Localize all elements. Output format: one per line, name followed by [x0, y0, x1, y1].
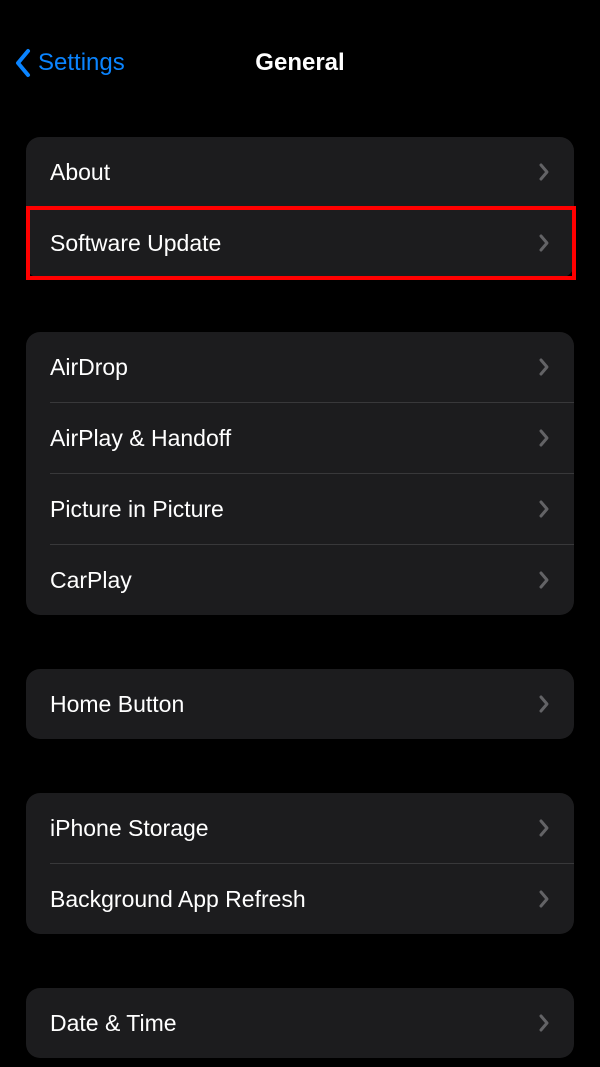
chevron-right-icon	[538, 233, 550, 253]
chevron-right-icon	[538, 1013, 550, 1033]
row-label: Date & Time	[50, 1010, 177, 1037]
settings-group: Date & Time	[26, 988, 574, 1058]
chevron-right-icon	[538, 499, 550, 519]
row-label: AirDrop	[50, 354, 128, 381]
row-label: iPhone Storage	[50, 815, 209, 842]
row-carplay[interactable]: CarPlay	[26, 545, 574, 615]
settings-group: iPhone Storage Background App Refresh	[26, 793, 574, 934]
back-label: Settings	[38, 49, 125, 77]
chevron-right-icon	[538, 889, 550, 909]
row-label: Software Update	[50, 230, 221, 257]
row-label: Home Button	[50, 691, 184, 718]
chevron-right-icon	[538, 162, 550, 182]
row-software-update[interactable]: Software Update	[26, 208, 574, 278]
chevron-left-icon	[14, 48, 32, 78]
back-button[interactable]: Settings	[8, 48, 125, 78]
row-background-app-refresh[interactable]: Background App Refresh	[26, 864, 574, 934]
chevron-right-icon	[538, 428, 550, 448]
row-iphone-storage[interactable]: iPhone Storage	[26, 793, 574, 863]
chevron-right-icon	[538, 818, 550, 838]
row-label: AirPlay & Handoff	[50, 425, 231, 452]
row-date-time[interactable]: Date & Time	[26, 988, 574, 1058]
row-airdrop[interactable]: AirDrop	[26, 332, 574, 402]
row-label: Background App Refresh	[50, 886, 306, 913]
row-label: CarPlay	[50, 567, 132, 594]
row-about[interactable]: About	[26, 137, 574, 207]
chevron-right-icon	[538, 570, 550, 590]
settings-group: Home Button	[26, 669, 574, 739]
settings-group: About Software Update	[26, 137, 574, 278]
chevron-right-icon	[538, 694, 550, 714]
navigation-bar: Settings General	[0, 0, 600, 100]
row-label: Picture in Picture	[50, 496, 224, 523]
row-label: About	[50, 159, 110, 186]
page-title: General	[255, 49, 344, 77]
chevron-right-icon	[538, 357, 550, 377]
row-home-button[interactable]: Home Button	[26, 669, 574, 739]
row-airplay-handoff[interactable]: AirPlay & Handoff	[26, 403, 574, 473]
settings-group: AirDrop AirPlay & Handoff Picture in Pic…	[26, 332, 574, 615]
content-area: About Software Update AirDrop AirPlay & …	[0, 100, 600, 1058]
row-picture-in-picture[interactable]: Picture in Picture	[26, 474, 574, 544]
